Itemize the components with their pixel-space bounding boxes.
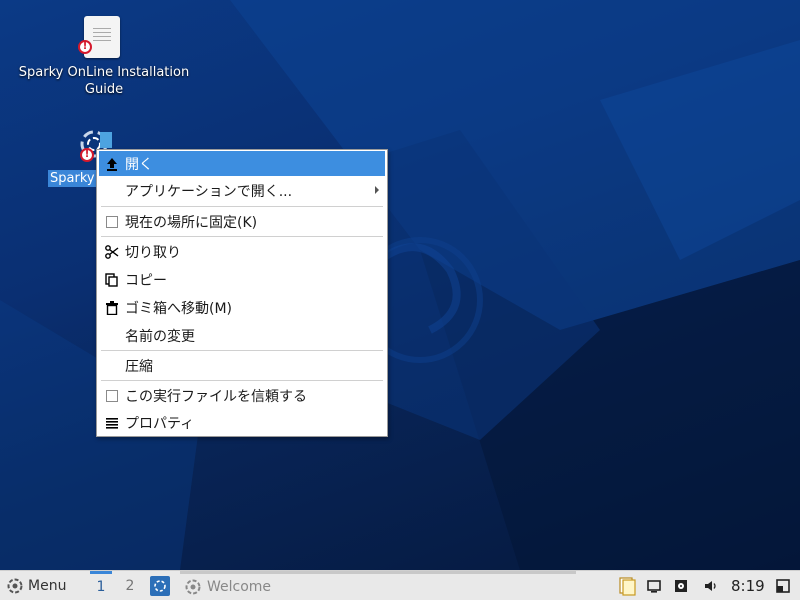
workspace-2-button[interactable]: 2	[119, 571, 141, 600]
desktop-icon-label: Sparky	[48, 170, 97, 187]
app-launcher-icon[interactable]	[150, 571, 170, 600]
document-icon: !	[78, 16, 120, 58]
menu-item-open-with[interactable]: アプリケーションで開く...	[99, 178, 385, 203]
workspace-1-button[interactable]: 1	[90, 571, 112, 600]
menu-button-label: Menu	[28, 577, 67, 594]
desktop-icon-installation-guide[interactable]: ! Sparky OnLine Installation Guide	[10, 16, 194, 98]
properties-icon	[99, 416, 125, 430]
notes-icon[interactable]	[617, 571, 637, 600]
show-desktop-icon[interactable]	[776, 571, 790, 600]
warning-badge-icon: !	[78, 40, 92, 54]
menu-item-open[interactable]: 開く	[99, 151, 385, 176]
menu-item-copy[interactable]: コピー	[99, 267, 385, 292]
taskbar: Menu 1 2 Welcome 8:19	[0, 570, 800, 600]
menu-item-properties[interactable]: プロパティ	[99, 410, 385, 435]
menu-item-trash[interactable]: ゴミ箱へ移動(M)	[99, 295, 385, 320]
menu-separator	[101, 236, 383, 237]
menu-separator	[101, 206, 383, 207]
drive-icon[interactable]	[673, 571, 689, 600]
clock[interactable]: 8:19	[731, 571, 765, 600]
menu-separator	[101, 350, 383, 351]
sparky-logo-icon	[184, 578, 202, 596]
scissors-icon	[99, 244, 125, 259]
task-title: Welcome	[207, 579, 272, 595]
menu-separator	[101, 380, 383, 381]
sparky-logo-icon	[6, 577, 24, 595]
menu-item-compress[interactable]: 圧縮	[99, 353, 385, 378]
warning-badge-icon: !	[80, 148, 94, 162]
menu-item-cut[interactable]: 切り取り	[99, 239, 385, 264]
menu-button[interactable]: Menu	[6, 571, 66, 600]
copy-icon	[99, 272, 125, 287]
menu-item-trust-executable[interactable]: この実行ファイルを信頼する	[99, 383, 385, 408]
menu-item-rename[interactable]: 名前の変更	[99, 323, 385, 348]
desktop[interactable]: ! Sparky OnLine Installation Guide ! Spa…	[0, 0, 800, 570]
checkbox-icon[interactable]	[106, 215, 118, 228]
volume-icon[interactable]	[703, 571, 719, 600]
checkbox-icon[interactable]	[106, 389, 118, 402]
desktop-icon-label: Sparky OnLine Installation Guide	[18, 65, 190, 97]
upload-icon	[99, 157, 125, 171]
display-icon[interactable]	[646, 571, 662, 600]
trash-icon	[99, 300, 125, 315]
menu-item-pin[interactable]: 現在の場所に固定(K)	[99, 209, 385, 234]
task-button-welcome[interactable]: Welcome	[180, 571, 576, 600]
submenu-arrow-icon	[375, 186, 379, 194]
context-menu: 開く アプリケーションで開く... 現在の場所に固定(K) 切り取り コピー ゴ…	[96, 149, 388, 437]
